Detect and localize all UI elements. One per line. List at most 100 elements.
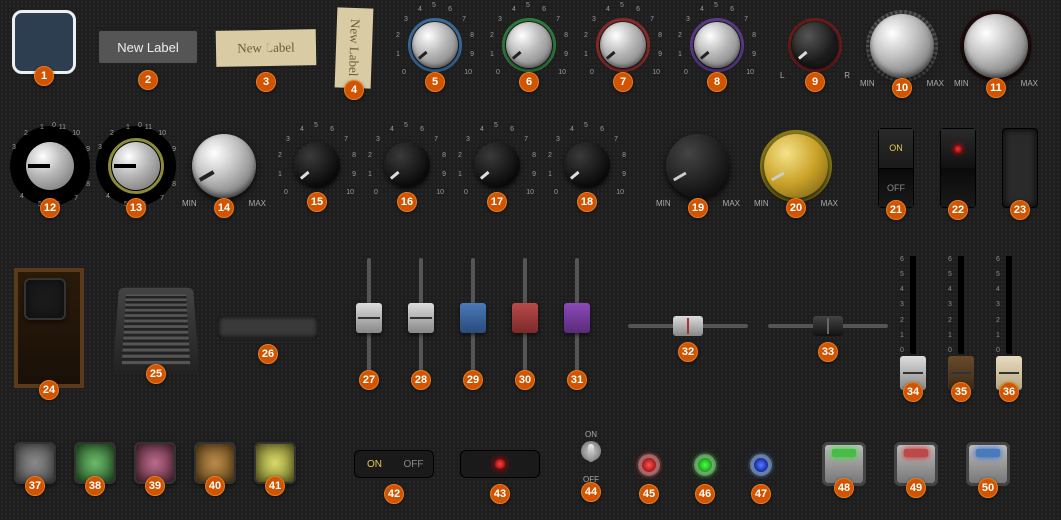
badge-43: 43 [490,484,510,504]
led-blue [748,452,774,478]
fader[interactable]: 6543210 [898,250,928,390]
scale-knob-olive[interactable]: 32 10 1110 98 76 54 [96,126,176,206]
horizontal-slider-dark[interactable] [768,316,888,336]
new-label-button[interactable]: New Label [98,30,198,64]
badge-38: 38 [85,476,105,496]
vertical-slider[interactable] [458,258,488,378]
volume-knob-chrome[interactable]: MIN MAX [862,6,942,86]
label-max: MAX [723,199,740,208]
badge-16: 16 [397,192,417,212]
rotary-knob-green[interactable]: 012345678910 [494,10,564,80]
rotary-knob-purple[interactable]: 012345678910 [682,10,752,80]
badge-5: 5 [425,72,445,92]
label-max: MAX [1021,79,1038,88]
badge-50: 50 [978,478,998,498]
tape-label-vertical[interactable]: New Label [335,7,374,88]
badge-36: 36 [999,382,1019,402]
badge-33: 33 [818,342,838,362]
rocker-on-label: ON [879,129,913,169]
label-min: MIN [182,199,197,208]
badge-37: 37 [25,476,45,496]
led-bar-icon [904,449,928,457]
label-L: L [780,71,784,80]
badge-6: 6 [519,72,539,92]
vertical-slider[interactable] [406,258,436,378]
volume-knob-dark-ring[interactable]: MIN MAX [956,6,1036,86]
badge-19: 19 [688,198,708,218]
scale-knob[interactable]: 32 10 1110 98 76 54 [10,126,90,206]
badge-32: 32 [678,342,698,362]
label-min: MIN [656,199,671,208]
badge-45: 45 [639,484,659,504]
vertical-slider[interactable] [562,258,592,378]
badge-29: 29 [463,370,483,390]
horizontal-slider[interactable] [628,316,748,336]
rotary-knob-black-purple[interactable]: 012345678910 [552,130,622,200]
off-label: OFF [394,459,433,470]
badge-49: 49 [906,478,926,498]
rotary-knob-black-red[interactable]: 012345678910 [462,130,532,200]
badge-12: 12 [40,198,60,218]
badge-9: 9 [805,72,825,92]
pan-knob[interactable]: L R [780,10,850,80]
badge-22: 22 [948,200,968,220]
empty-panel[interactable] [12,10,76,74]
badge-3: 3 [256,72,276,92]
label-max: MAX [249,199,266,208]
label-min: MIN [754,199,769,208]
badge-42: 42 [384,484,404,504]
led-red [636,452,662,478]
onoff-switch-horizontal[interactable]: ON OFF [354,450,434,478]
volume-knob[interactable]: MIN MAX [184,126,264,206]
rocker-switch-led[interactable] [940,128,976,208]
led-icon [495,459,505,469]
badge-8: 8 [707,72,727,92]
expression-pedal[interactable] [14,268,84,388]
rocker-switch-onoff[interactable]: ON OFF [878,128,914,208]
vertical-slider[interactable] [354,258,384,378]
badge-15: 15 [307,192,327,212]
led-bar-icon [832,449,856,457]
dark-knob[interactable]: MIN MAX [658,126,738,206]
rotary-knob-blue[interactable]: 012345678910 [400,10,470,80]
badge-7: 7 [613,72,633,92]
led-switch-horizontal[interactable] [460,450,540,478]
badge-25: 25 [146,364,166,384]
badge-40: 40 [205,476,225,496]
badge-20: 20 [786,198,806,218]
badge-41: 41 [265,476,285,496]
badge-4: 4 [344,80,364,100]
on-label: ON [355,459,394,470]
badge-11: 11 [986,78,1006,98]
label-max: MAX [821,199,838,208]
rotary-knob-black-blue[interactable]: 012345678910 [282,130,352,200]
badge-30: 30 [515,370,535,390]
badge-14: 14 [214,198,234,218]
badge-1: 1 [34,66,54,86]
badge-34: 34 [903,382,923,402]
vertical-slider[interactable] [510,258,540,378]
led-icon [954,145,962,153]
label-min: MIN [954,79,969,88]
horizontal-slot[interactable] [218,316,318,338]
fader[interactable]: 6543210 [994,250,1024,390]
gold-knob[interactable]: MIN MAX [756,126,836,206]
badge-44: 44 [581,482,601,502]
foot-pedal[interactable] [113,288,200,373]
rotary-knob-black-green[interactable]: 012345678910 [372,130,442,200]
badge-2: 2 [138,70,158,90]
badge-21: 21 [886,200,906,220]
tape-label[interactable]: New Label [216,29,317,67]
rotary-knob-red[interactable]: 012345678910 [588,10,658,80]
badge-13: 13 [126,198,146,218]
badge-10: 10 [892,78,912,98]
badge-17: 17 [487,192,507,212]
rocker-switch-blank[interactable] [1002,128,1038,208]
led-bar-icon [976,449,1000,457]
label-min: MIN [860,79,875,88]
toggle-on-label: ON [585,430,597,439]
badge-24: 24 [39,380,59,400]
toggle-switch[interactable]: ON OFF [576,430,606,490]
fader[interactable]: 6543210 [946,250,976,390]
badge-35: 35 [951,382,971,402]
